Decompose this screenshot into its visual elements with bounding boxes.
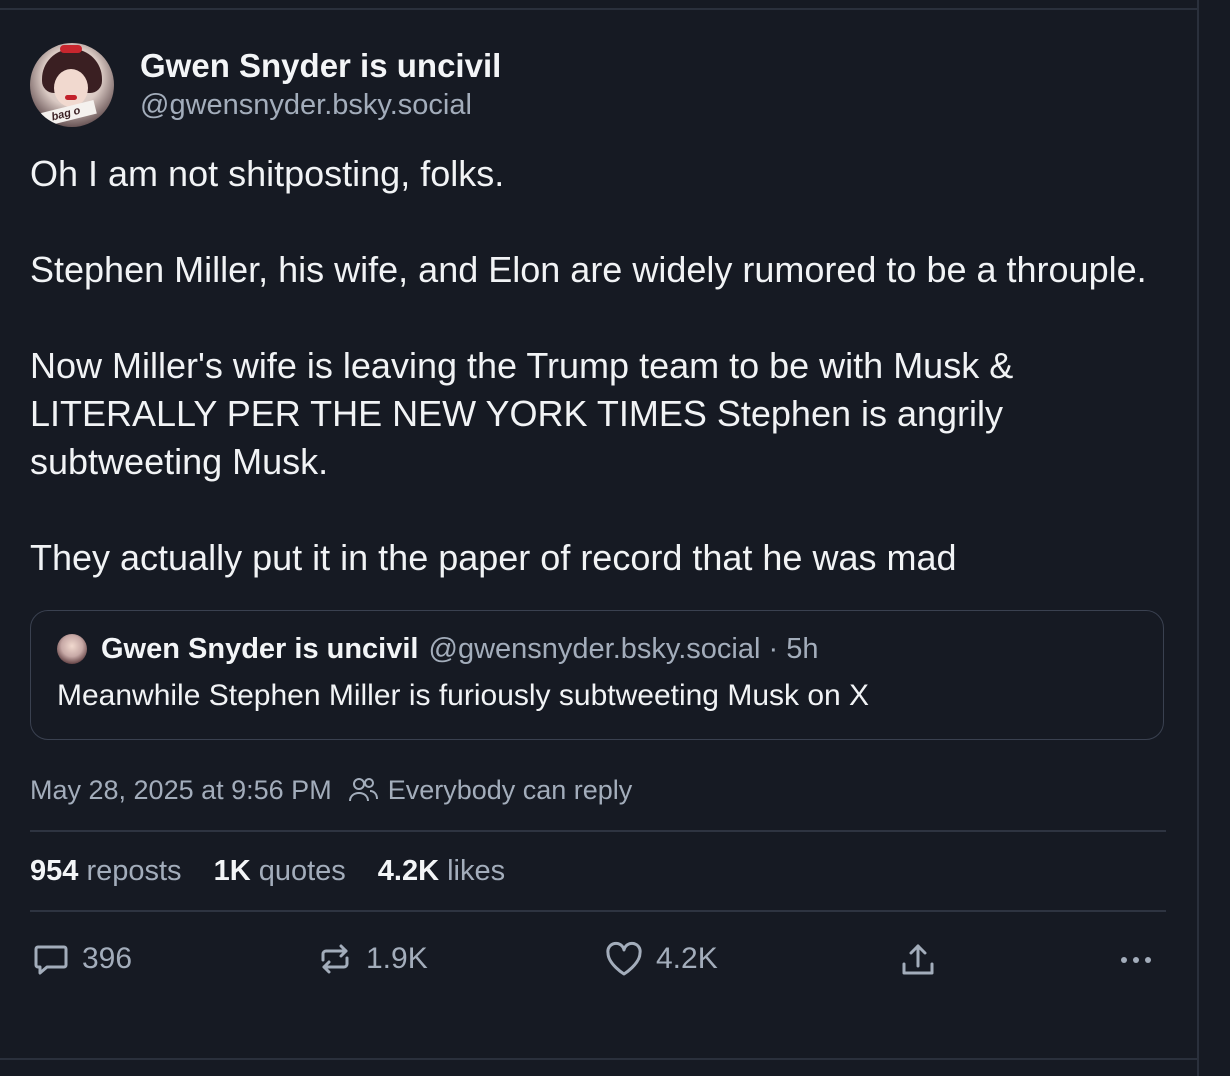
reply-count: 396: [82, 942, 133, 975]
author-names: Gwen Snyder is uncivil @gwensnyder.bsky.…: [140, 46, 501, 124]
post-text: Oh I am not shitposting, folks. Stephen …: [30, 153, 1147, 578]
post-timestamp: May 28, 2025 at 9:56 PM: [30, 774, 332, 805]
post-header: bag o Gwen Snyder is uncivil @gwensnyder…: [30, 42, 1166, 128]
people-icon: [348, 776, 378, 804]
post-stats: 954 reposts 1K quotes 4.2K likes: [30, 832, 1166, 910]
post: bag o Gwen Snyder is uncivil @gwensnyder…: [30, 42, 1166, 1012]
share-icon: [902, 944, 934, 975]
post-actions: 396 1.9K 4.2K: [30, 912, 1166, 1012]
repost-count: 1.9K: [366, 942, 428, 975]
more-icon: [1121, 957, 1151, 963]
quotes-count: 1K: [213, 854, 251, 887]
quoted-author-avatar: [57, 634, 87, 664]
more-button[interactable]: [1116, 940, 1168, 980]
comment-icon: [34, 945, 68, 975]
quoted-author-name: Gwen Snyder is uncivil: [101, 633, 419, 665]
reposts-stat[interactable]: 954 reposts: [30, 855, 182, 888]
avatar-lips: [65, 95, 77, 100]
heart-icon: [606, 941, 642, 976]
quoted-author-handle-time: @gwensnyder.bsky.social · 5h: [428, 633, 819, 665]
likes-count: 4.2K: [377, 854, 440, 887]
quotes-label: quotes: [258, 854, 346, 887]
reply-button[interactable]: 396: [32, 940, 132, 978]
quoted-post-header: Gwen Snyder is uncivil @gwensnyder.bsky.…: [57, 631, 1137, 667]
reposts-count: 954: [30, 854, 79, 887]
reposts-label: reposts: [86, 854, 182, 887]
bottom-divider: [0, 1058, 1198, 1060]
author-avatar[interactable]: bag o: [30, 43, 114, 127]
like-button[interactable]: 4.2K: [604, 940, 718, 978]
quoted-post[interactable]: Gwen Snyder is uncivil @gwensnyder.bsky.…: [30, 610, 1164, 740]
quotes-stat[interactable]: 1K quotes: [214, 855, 346, 888]
top-divider: [0, 8, 1198, 10]
avatar-bow: [60, 45, 82, 53]
quoted-post-text: Meanwhile Stephen Miller is furiously su…: [57, 679, 870, 712]
likes-stat[interactable]: 4.2K likes: [378, 855, 505, 888]
author-handle[interactable]: @gwensnyder.bsky.social: [140, 86, 501, 124]
likes-label: likes: [447, 854, 506, 887]
repost-button[interactable]: 1.9K: [316, 940, 428, 978]
avatar-face: [54, 69, 88, 107]
right-border: [1197, 0, 1199, 1076]
author-display-name[interactable]: Gwen Snyder is uncivil: [140, 46, 501, 86]
like-count: 4.2K: [656, 942, 718, 975]
repost-icon: [321, 944, 349, 974]
post-meta: May 28, 2025 at 9:56 PM Everybody can re…: [30, 772, 1166, 808]
reply-setting[interactable]: Everybody can reply: [388, 775, 633, 806]
share-button[interactable]: [898, 940, 950, 980]
